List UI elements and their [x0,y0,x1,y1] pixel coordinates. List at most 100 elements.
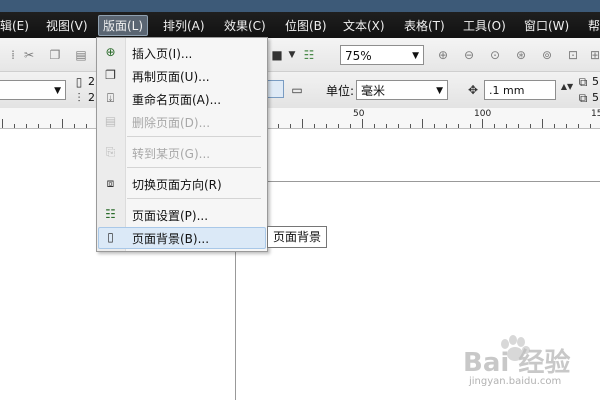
menu-item-label: 切换页面方向(R) [132,178,222,192]
menu-item-duplicate-page[interactable]: ❐ 再制页面(U)... [97,65,267,86]
chevron-down-icon[interactable]: ▼ [285,48,299,62]
ruler-tick [446,124,447,128]
rename-page-icon: ⍗ [106,91,115,105]
watermark-url: jingyan.baidu.com [469,376,562,387]
zoom-all-icon[interactable]: ⊛ [514,48,528,62]
ruler-tick [506,124,507,128]
cut-icon[interactable]: ✂ [22,48,36,62]
unit-value: 毫米 [361,84,386,98]
nudge-icon: ✥ [467,83,479,97]
switch-orientation-icon: ⧈ [106,176,115,190]
page-height-icon: ⫶ [77,91,81,105]
unit-select[interactable]: 毫米 ▼ [356,80,448,100]
ruler-tick [422,119,423,128]
zoom-page-icon[interactable]: ⊚ [540,48,554,62]
goto-page-icon: ⎘ [105,145,116,159]
nudge-value: .1 mm [489,84,525,97]
ruler-tick [470,124,471,128]
ruler-tick [26,124,27,128]
ruler-tick [62,119,63,128]
menu-layout[interactable]: 版面(L) [98,15,149,36]
spinner-icon[interactable]: ▲▼ [560,80,574,94]
duplicate-x-value[interactable]: 5 [592,75,599,88]
ruler-tick [458,124,459,128]
ruler-tick [326,124,327,128]
ruler-tick [338,124,339,128]
menu-item-goto-page: ⎘ 转到某页(G)... [97,142,267,163]
menu-item-label: 转到某页(G)... [132,147,211,161]
page-width-icon: ▯ [75,75,83,89]
ruler-tick [566,124,567,128]
page-border-top [235,181,600,182]
ruler-tick [494,124,495,128]
menu-item-label: 插入页(I)... [132,47,193,61]
menu-view[interactable]: 视图(V) [46,17,88,34]
insert-page-icon: ⊕ [105,45,116,59]
ruler-tick [38,124,39,128]
chevron-down-icon: ▼ [54,86,61,96]
ruler-tick [530,124,531,128]
zoom-in-icon[interactable]: ⊕ [436,48,450,62]
landscape-icon[interactable]: ▭ [290,83,304,97]
menu-item-label: 页面背景(B)... [132,232,210,246]
menu-tools[interactable]: 工具(O) [463,17,506,34]
menu-item-insert-page[interactable]: ⊕ 插入页(I)... [97,42,267,63]
ruler-tick [374,124,375,128]
ruler-label: 50 [353,109,365,119]
menu-separator [127,167,261,168]
ruler-tick [518,124,519,128]
menu-text[interactable]: 文本(X) [343,17,385,34]
standard-toolbar: ⁞ ✂ ❐ ▤ ■ ▼ ☷ 75% ▼ ⊕ ⊖ ⊙ ⊛ ⊚ ⊡ ⊞ [0,38,600,72]
paper-size-select[interactable]: ▼ [0,80,66,100]
page-width-value[interactable]: 2 [88,75,95,88]
zoom-select[interactable]: 75% ▼ [340,45,424,65]
horizontal-ruler[interactable]: 50 100 150 [0,108,600,129]
menu-arrange[interactable]: 排列(A) [163,17,205,34]
watermark: Bai 经验 jingyan.baidu.com [455,330,600,400]
menu-item-rename-page[interactable]: ⍗ 重命名页面(A)... [97,88,267,109]
chevron-down-icon: ▼ [412,51,419,61]
paste-icon[interactable]: ▤ [74,48,88,62]
zoom-width-icon[interactable]: ⊡ [566,48,580,62]
color-icon[interactable]: ■ [270,48,284,62]
menu-separator [127,198,261,199]
ruler-tick [434,124,435,128]
menu-item-page-background[interactable]: ▯ 页面背景(B)... [97,227,267,248]
ruler-tick [50,124,51,128]
ruler-tick [278,124,279,128]
menu-edit[interactable]: 辑(E) [0,17,29,34]
options-icon[interactable]: ☷ [302,48,316,62]
menu-window[interactable]: 窗口(W) [524,17,569,34]
page-height-value[interactable]: 2 [88,91,95,104]
duplicate-page-icon: ❐ [105,68,116,82]
duplicate-y-value[interactable]: 5 [592,91,599,104]
menu-table[interactable]: 表格(T) [404,17,445,34]
nudge-input[interactable]: .1 mm [484,80,556,100]
zoom-selected-icon[interactable]: ⊙ [488,48,502,62]
menu-bitmaps[interactable]: 位图(B) [285,17,327,34]
ruler-tick [398,124,399,128]
unit-label: 单位: [326,84,355,98]
ruler-tick [86,124,87,128]
ruler-tick [386,124,387,128]
page-background-icon: ▯ [107,230,114,244]
menu-separator [127,136,261,137]
property-bar: ▼ ▯ 2 ⫶ 2 ▭ 单位: 毫米 ▼ ✥ .1 mm ▲▼ ⧉ 5 ⧉ 5 [0,72,600,109]
menu-item-page-setup[interactable]: ☷ 页面设置(P)... [97,204,267,225]
zoom-height-icon[interactable]: ⊞ [588,48,600,62]
ruler-tick [350,124,351,128]
menu-item-label: 页面设置(P)... [132,209,209,223]
portrait-button[interactable] [266,80,284,98]
chevron-down-icon: ▼ [436,86,443,96]
menu-item-switch-orientation[interactable]: ⧈ 切换页面方向(R) [97,173,267,194]
duplicate-distance-icon: ⧉ [578,91,588,105]
zoom-out-icon[interactable]: ⊖ [462,48,476,62]
tooltip: 页面背景 [267,226,328,248]
menu-effects[interactable]: 效果(C) [224,17,266,34]
copy-icon[interactable]: ❐ [48,48,62,62]
ruler-tick [290,124,291,128]
ruler-tick [542,119,543,128]
menu-help[interactable]: 帮 [588,17,600,34]
menu-item-label: 重命名页面(A)... [132,93,222,107]
ruler-tick [554,124,555,128]
